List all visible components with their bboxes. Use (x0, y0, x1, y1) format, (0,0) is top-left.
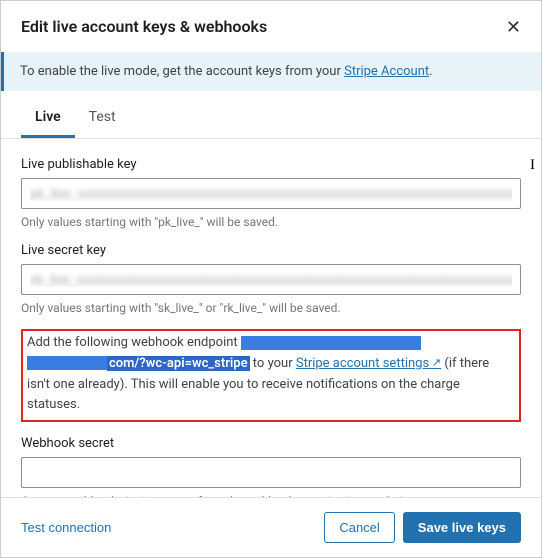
modal-header: Edit live account keys & webhooks ✕ (1, 1, 541, 52)
stripe-account-link[interactable]: Stripe Account (344, 64, 429, 79)
test-connection-button[interactable]: Test connection (21, 520, 111, 535)
footer-actions: Cancel Save live keys (324, 512, 521, 543)
webhook-url-visible: com/?wc-api=wc_stripe (107, 356, 250, 371)
tab-live[interactable]: Live (21, 97, 75, 138)
webhook-instructions-box: Add the following webhook endpoint com/?… (21, 329, 521, 422)
info-text-after: . (429, 64, 432, 79)
redacted-url-part1 (241, 336, 421, 350)
secret-key-input[interactable] (21, 264, 521, 295)
modal-footer: Test connection Cancel Save live keys (1, 497, 541, 557)
webhook-instructions-text: Add the following webhook endpoint com/?… (27, 333, 515, 416)
secret-key-group: Live secret key Only values starting wit… (21, 243, 521, 315)
redacted-url-part2 (27, 356, 107, 370)
secret-key-label: Live secret key (21, 243, 521, 258)
webhook-prefix: Add the following webhook endpoint (27, 335, 241, 350)
form-content: Live publishable key Only values startin… (1, 139, 541, 497)
webhook-middle: to your (250, 356, 296, 371)
info-banner: To enable the live mode, get the account… (1, 52, 541, 91)
tabs-bar: Live Test (1, 97, 541, 139)
external-link-icon: ↗ (429, 356, 441, 369)
pub-key-hint: Only values starting with "pk_live_" wil… (21, 215, 521, 229)
webhook-secret-input[interactable] (21, 457, 521, 488)
webhook-secret-group: Webhook secret Get your webhook signing … (21, 436, 521, 497)
pub-key-group: Live publishable key Only values startin… (21, 157, 521, 229)
pub-key-label: Live publishable key (21, 157, 521, 172)
pub-key-input[interactable] (21, 178, 521, 209)
close-button[interactable]: ✕ (506, 18, 521, 36)
webhook-secret-label: Webhook secret (21, 436, 521, 451)
stripe-settings-link[interactable]: Stripe account settings ↗ (296, 356, 441, 371)
save-button[interactable]: Save live keys (403, 512, 521, 543)
close-icon: ✕ (506, 17, 521, 37)
modal-title: Edit live account keys & webhooks (21, 17, 267, 36)
cancel-button[interactable]: Cancel (324, 512, 394, 543)
info-text-before: To enable the live mode, get the account… (20, 64, 344, 79)
tab-test[interactable]: Test (75, 97, 130, 138)
secret-key-hint: Only values starting with "sk_live_" or … (21, 301, 521, 315)
